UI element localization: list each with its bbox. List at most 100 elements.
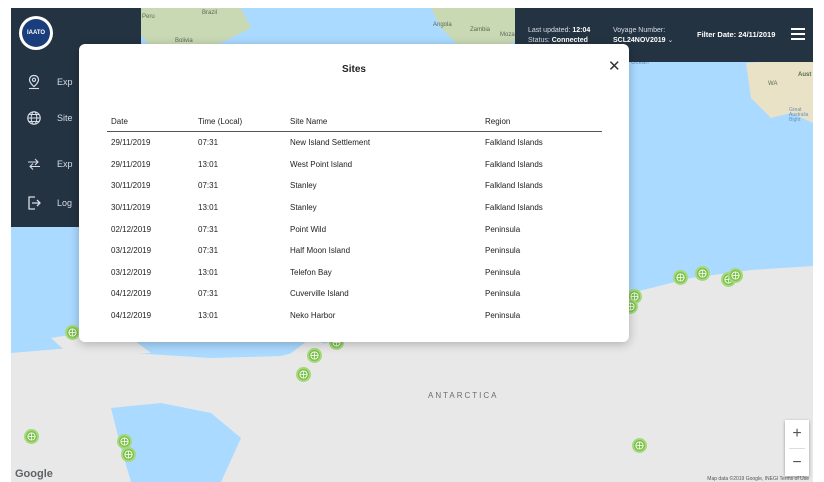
- map-label-peru: Peru: [142, 14, 155, 20]
- close-icon[interactable]: ✕: [608, 59, 621, 74]
- cell-region: Falkland Islands: [485, 159, 543, 169]
- cell-date: 03/12/2019: [111, 267, 152, 277]
- site-marker[interactable]: [307, 348, 322, 363]
- map-label-australia: Aust: [798, 72, 812, 78]
- logo-text: IAATO: [22, 19, 50, 47]
- cell-date: 03/12/2019: [111, 246, 152, 256]
- globe-icon: [124, 450, 133, 459]
- site-marker[interactable]: [728, 268, 743, 283]
- voyage-selector[interactable]: Voyage Number: SCL24NOV2019 ⌄: [613, 26, 673, 46]
- zoom-out-button[interactable]: −: [785, 449, 809, 477]
- status-value: Connected: [551, 37, 588, 44]
- cell-time: 13:01: [198, 159, 219, 169]
- cell-region: Falkland Islands: [485, 181, 543, 191]
- cell-time: 13:01: [198, 267, 219, 277]
- globe-icon: [698, 269, 707, 278]
- cell-time: 13:01: [198, 203, 219, 213]
- zoom-in-button[interactable]: +: [785, 420, 809, 448]
- column-header-site-name[interactable]: Site Name: [290, 117, 485, 126]
- table-row[interactable]: 04/12/2019 07:31 Cuverville Island Peninsul…: [107, 283, 602, 305]
- globe-icon: [11, 110, 57, 126]
- cell-region: Peninsula: [485, 311, 521, 321]
- cell-region: Peninsula: [485, 289, 521, 299]
- cell-date: 04/12/2019: [111, 289, 152, 299]
- cell-site-name: Telefon Bay: [290, 267, 332, 277]
- table-body: 29/11/2019 07:31 New Island Settlement Falk…: [107, 132, 602, 326]
- map-label-zambia: Zambia: [470, 27, 491, 33]
- column-header-date[interactable]: Date: [107, 117, 198, 126]
- filter-date[interactable]: Filter Date: 24/11/2019: [697, 30, 775, 39]
- cell-site-name: Half Moon Island: [290, 246, 351, 256]
- cell-site-name: Point Wild: [290, 224, 327, 234]
- cell-time: 13:01: [198, 311, 219, 321]
- table-row[interactable]: 29/11/2019 13:01 West Point Island Falkland…: [107, 154, 602, 176]
- cell-date: 04/12/2019: [111, 311, 152, 321]
- cell-date: 30/11/2019: [111, 203, 151, 213]
- site-marker[interactable]: [65, 325, 80, 340]
- sidebar-item-label: Exp: [57, 77, 73, 87]
- sidebar-item-label: Log: [57, 198, 73, 208]
- globe-icon: [731, 271, 740, 280]
- site-marker[interactable]: [632, 438, 647, 453]
- logout-icon: [11, 195, 57, 211]
- status-label: Status:: [528, 37, 550, 44]
- table-row[interactable]: 02/12/2019 07:31 Point Wild Peninsula: [107, 218, 602, 240]
- table-header: Date Time (Local) Site Name Region: [107, 112, 602, 132]
- status-block: Last updated: 12:04 Status: Connected: [528, 26, 590, 46]
- site-marker[interactable]: [695, 266, 710, 281]
- last-updated-label: Last updated:: [528, 27, 571, 34]
- globe-icon: [676, 273, 685, 282]
- cell-time: 07:31: [198, 138, 219, 148]
- globe-icon: [635, 441, 644, 450]
- table-row[interactable]: 04/12/2019 13:01 Neko Harbor Peninsula: [107, 305, 602, 327]
- cell-date: 29/11/2019: [111, 159, 151, 169]
- last-updated-value: 12:04: [572, 27, 591, 34]
- site-marker[interactable]: [296, 367, 311, 382]
- chevron-down-icon: ⌄: [667, 37, 674, 44]
- cell-time: 07:31: [198, 246, 219, 256]
- table-row[interactable]: 30/11/2019 07:31 Stanley Falkland Islands: [107, 175, 602, 197]
- cell-site-name: West Point Island: [290, 159, 353, 169]
- globe-icon: [68, 328, 77, 337]
- cell-date: 29/11/2019: [111, 138, 151, 148]
- cell-region: Falkland Islands: [485, 138, 543, 148]
- globe-icon: [120, 437, 129, 446]
- column-header-region[interactable]: Region: [485, 117, 602, 126]
- map-label-great-australian-bight: Great Australia Bight: [789, 107, 809, 123]
- cell-region: Falkland Islands: [485, 203, 543, 213]
- cell-region: Peninsula: [485, 224, 521, 234]
- modal-title: Sites: [342, 64, 366, 75]
- zoom-controls: + −: [785, 420, 809, 476]
- globe-icon: [27, 432, 36, 441]
- globe-icon: [299, 370, 308, 379]
- menu-icon[interactable]: [791, 28, 805, 40]
- iaato-logo[interactable]: IAATO: [19, 16, 53, 50]
- map-label-brazil: Brazil: [202, 10, 218, 16]
- site-marker[interactable]: [24, 429, 39, 444]
- globe-icon: [310, 351, 319, 360]
- table-row[interactable]: 03/12/2019 07:31 Half Moon Island Peninsula: [107, 240, 602, 262]
- cell-region: Peninsula: [485, 246, 521, 256]
- voyage-label: Voyage Number:: [613, 27, 666, 34]
- table-row[interactable]: 30/11/2019 13:01 Stanley Falkland Islands: [107, 197, 602, 219]
- arrows-icon: [11, 156, 57, 172]
- table-row[interactable]: 03/12/2019 13:01 Telefon Bay Peninsula: [107, 262, 602, 284]
- sidebar-item-label: Site: [57, 113, 73, 123]
- cell-site-name: Stanley: [290, 203, 317, 213]
- cell-time: 07:31: [198, 289, 219, 299]
- column-header-time[interactable]: Time (Local): [198, 117, 290, 126]
- cell-site-name: New Island Settlement: [290, 138, 371, 148]
- cell-site-name: Cuverville Island: [290, 289, 349, 299]
- site-marker[interactable]: [121, 447, 136, 462]
- table-row[interactable]: 29/11/2019 07:31 New Island Settlement Falk…: [107, 132, 602, 154]
- app-frame: Peru Brazil Bolivia Angola Zambia Mozam …: [11, 8, 813, 482]
- sites-table: Date Time (Local) Site Name Region 29/11…: [107, 112, 602, 334]
- cell-time: 07:31: [198, 224, 219, 234]
- map-label-antarctica: ANTARCTICA: [428, 391, 499, 400]
- google-logo: Google: [15, 468, 53, 480]
- cell-site-name: Neko Harbor: [290, 311, 336, 321]
- last-updated: Last updated: 12:04: [528, 26, 590, 36]
- site-marker[interactable]: [673, 270, 688, 285]
- cell-date: 02/12/2019: [111, 224, 152, 234]
- cell-site-name: Stanley: [290, 181, 317, 191]
